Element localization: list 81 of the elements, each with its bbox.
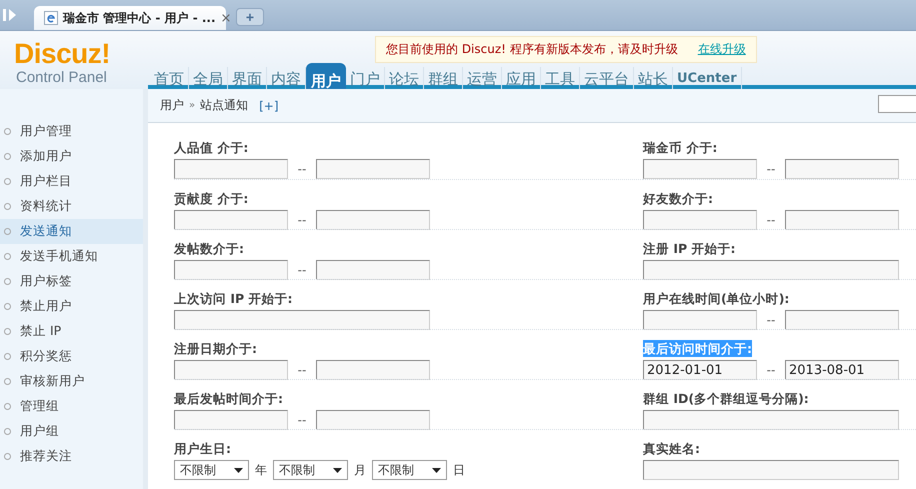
input-field[interactable] xyxy=(174,260,288,280)
field-label: 人品值 介于: xyxy=(174,139,248,156)
input-field[interactable] xyxy=(316,360,430,380)
caret-icon xyxy=(234,468,243,472)
input-field[interactable] xyxy=(643,159,757,179)
browser-icon xyxy=(44,11,58,25)
tab-title: 瑞金市 管理中心 - 用户 - ... xyxy=(63,10,216,26)
sidebar-item[interactable]: 推荐关注 xyxy=(0,444,143,469)
sidebar-item[interactable]: 资料统计 xyxy=(0,194,143,219)
input-field[interactable] xyxy=(785,310,899,330)
dropdown[interactable]: 不限制 xyxy=(273,460,348,480)
input-field[interactable] xyxy=(785,210,899,230)
logo: Discuz! xyxy=(14,40,112,68)
nav-tab[interactable]: 用户 xyxy=(306,63,346,91)
breadcrumb-separator: » xyxy=(189,100,196,111)
date-unit: 日 xyxy=(452,462,466,478)
date-unit: 月 xyxy=(353,462,367,478)
new-tab-button[interactable]: + xyxy=(236,8,264,26)
sidebar-item[interactable]: 用户组 xyxy=(0,419,143,444)
field-label: 发帖数介于: xyxy=(174,240,244,257)
sidebar-item[interactable]: 管理组 xyxy=(0,394,143,419)
range-separator: -- xyxy=(296,162,308,176)
input-field[interactable] xyxy=(643,260,899,280)
input-field[interactable]: 2012-01-01 xyxy=(643,360,757,380)
field-label: 上次访问 IP 开始于: xyxy=(174,290,293,307)
breadcrumb-section: 用户 xyxy=(160,97,184,114)
field-label: 真实姓名: xyxy=(643,440,700,457)
field-label: 最后访问时间介于: xyxy=(643,340,752,357)
input-field[interactable] xyxy=(316,260,430,280)
input-field[interactable] xyxy=(174,310,430,330)
caret-icon xyxy=(333,468,342,472)
input-field[interactable] xyxy=(643,310,757,330)
logo-subtitle: Control Panel xyxy=(15,69,108,86)
range-separator: -- xyxy=(766,363,776,377)
input-field[interactable] xyxy=(643,210,757,230)
add-shortcut-link[interactable]: [+] xyxy=(259,98,279,112)
sidebar-item[interactable]: 积分奖惩 xyxy=(0,344,143,369)
input-field[interactable]: 2013-08-01 xyxy=(785,360,899,380)
sidebar-item[interactable]: 禁止 IP xyxy=(0,319,143,344)
range-separator: -- xyxy=(296,413,308,427)
range-separator: -- xyxy=(296,213,308,227)
dropdown[interactable]: 不限制 xyxy=(174,460,249,480)
input-field[interactable] xyxy=(174,210,288,230)
range-separator: -- xyxy=(766,162,776,176)
input-field[interactable] xyxy=(174,410,288,430)
sidebar-toggle-icon[interactable] xyxy=(2,8,18,22)
field-label: 最后发帖时间介于: xyxy=(174,390,283,407)
range-separator: -- xyxy=(766,313,776,327)
input-field[interactable] xyxy=(643,410,899,430)
field-label: 贡献度 介于: xyxy=(174,190,248,207)
breadcrumb-page: 站点通知 xyxy=(200,97,248,114)
field-label: 瑞金币 介于: xyxy=(643,139,718,156)
field-label: 用户在线时间(单位小时): xyxy=(643,290,790,307)
field-label: 注册 IP 开始于: xyxy=(643,240,736,257)
range-separator: -- xyxy=(296,263,308,277)
sidebar-item[interactable]: 发送通知 xyxy=(0,219,143,244)
input-field[interactable] xyxy=(316,159,430,179)
field-label: 用户生日: xyxy=(174,440,231,457)
sidebar-item[interactable]: 添加用户 xyxy=(0,144,143,169)
sidebar-item[interactable]: 用户栏目 xyxy=(0,169,143,194)
range-separator: -- xyxy=(766,213,776,227)
search-field[interactable] xyxy=(878,94,916,112)
date-unit: 年 xyxy=(254,462,268,478)
input-field[interactable] xyxy=(316,210,430,230)
input-field[interactable] xyxy=(643,460,899,480)
sidebar-item[interactable]: 审核新用户 xyxy=(0,369,143,394)
input-field[interactable] xyxy=(316,410,430,430)
field-label: 注册日期介于: xyxy=(174,340,257,357)
sidebar-item[interactable]: 发送手机通知 xyxy=(0,244,143,269)
sidebar-item[interactable]: 用户标签 xyxy=(0,269,143,294)
caret-icon xyxy=(432,468,441,472)
sidebar-item[interactable]: 用户管理 xyxy=(0,119,143,144)
sidebar-item[interactable]: 禁止用户 xyxy=(0,294,143,319)
field-label: 群组 ID(多个群组逗号分隔): xyxy=(643,390,809,407)
range-separator: -- xyxy=(296,363,308,377)
field-label: 好友数介于: xyxy=(643,190,713,207)
input-field[interactable] xyxy=(785,159,899,179)
notice-text: 您目前使用的 Discuz! 程序有新版本发布，请及时升级 xyxy=(386,41,678,58)
input-field[interactable] xyxy=(174,159,288,179)
dropdown[interactable]: 不限制 xyxy=(372,460,447,480)
input-field[interactable] xyxy=(174,360,288,380)
